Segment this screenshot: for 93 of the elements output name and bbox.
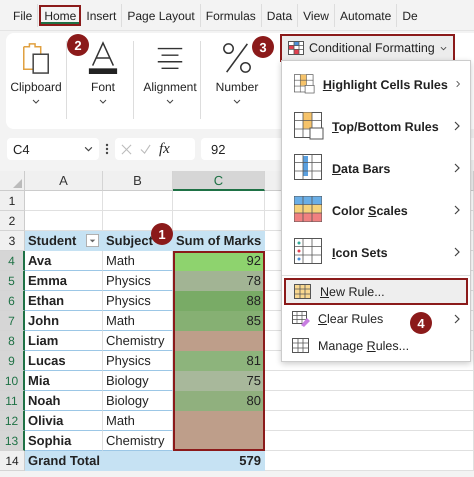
row-header[interactable]: 7 <box>0 311 25 331</box>
ribbon-group-button[interactable]: Font <box>90 80 115 94</box>
caret-icon <box>99 99 107 104</box>
ribbon-tab[interactable]: Data <box>262 4 298 26</box>
table-cell: Physics <box>106 293 151 308</box>
menu-item[interactable]: Data Bars <box>332 162 390 176</box>
table-cell: Emma <box>28 273 68 288</box>
conditional-formatting-button[interactable]: Conditional Formatting <box>280 34 455 62</box>
row-header[interactable]: 3 <box>0 231 25 251</box>
ribbon-group-button[interactable]: Clipboard <box>10 80 62 94</box>
filter-dropdown-icon[interactable] <box>86 234 99 247</box>
table-cell: Math <box>106 253 135 268</box>
table-icon <box>294 196 324 224</box>
table-cell: Liam <box>28 333 58 348</box>
row-header[interactable]: 11 <box>0 391 25 411</box>
ribbon-tab[interactable]: Page Layout <box>122 4 201 26</box>
ribbon-tab[interactable]: View <box>298 4 335 26</box>
ribbon-group-button[interactable]: Number <box>216 80 258 94</box>
table-cell: Noah <box>28 393 60 408</box>
table-cell: Biology <box>106 373 149 388</box>
ribbon-tab[interactable]: De <box>397 4 423 26</box>
menu-item[interactable]: Manage Rules... <box>318 338 410 352</box>
table-icon <box>294 238 324 266</box>
table-cell: 579 <box>239 453 261 468</box>
color-scale-cell: 80 <box>173 391 265 411</box>
table-cell: Math <box>106 313 135 328</box>
color-scale-cell: 78 <box>173 271 265 291</box>
row-header[interactable]: 13 <box>0 431 25 451</box>
table-icon <box>292 338 310 354</box>
table-icon <box>288 41 304 55</box>
table-icon <box>294 154 324 182</box>
menu-item[interactable]: Icon Sets <box>332 246 388 260</box>
color-scale-cell: 88 <box>173 291 265 311</box>
table-icon <box>294 112 324 140</box>
table-cell: John <box>28 313 60 328</box>
caret-icon <box>440 46 447 50</box>
column-header[interactable]: B <box>103 171 173 191</box>
table-cell: Mia <box>28 373 50 388</box>
name-box[interactable]: C4 <box>7 138 99 160</box>
ribbon-tab[interactable]: Insert <box>81 4 122 26</box>
color-scale-cell: 85 <box>173 311 265 331</box>
table-cell: Physics <box>106 353 151 368</box>
table-cell: Ethan <box>28 293 64 308</box>
font-color-icon[interactable] <box>87 41 119 75</box>
insert-function-button[interactable]: fx <box>159 140 170 158</box>
row-header[interactable]: 8 <box>0 331 25 351</box>
caret-icon[interactable] <box>84 146 93 152</box>
table-cell: Chemistry <box>106 333 165 348</box>
row-header[interactable]: 14 <box>0 451 25 471</box>
table-cell: Math <box>106 413 135 428</box>
table-cell: Subject <box>106 233 153 248</box>
menu-item[interactable]: Clear Rules <box>318 312 384 326</box>
column-header[interactable]: A <box>25 171 103 191</box>
menu-item[interactable]: Top/Bottom Rules <box>332 120 439 134</box>
color-scale-cell: 81 <box>173 351 265 371</box>
table-cell: Chemistry <box>106 433 165 448</box>
ribbon-tab[interactable]: Home <box>39 4 82 26</box>
row-header[interactable]: 4 <box>0 251 25 271</box>
menu-item[interactable]: New Rule... <box>320 284 385 298</box>
eraser-icon <box>292 310 310 326</box>
table-cell: Lucas <box>28 353 66 368</box>
check-icon[interactable] <box>140 144 151 154</box>
clipboard-icon[interactable] <box>20 41 52 75</box>
column-header[interactable]: C <box>173 171 265 191</box>
table-cell: Biology <box>106 393 149 408</box>
caret-icon <box>166 99 174 104</box>
caret-icon <box>233 99 241 104</box>
row-header[interactable]: 6 <box>0 291 25 311</box>
menu-item[interactable]: Color Scales <box>332 204 408 218</box>
caret-icon <box>32 99 40 104</box>
row-header[interactable]: 12 <box>0 411 25 431</box>
ribbon-tab[interactable]: Automate <box>334 4 398 26</box>
ribbon-group-button[interactable]: Alignment <box>143 80 197 94</box>
row-header[interactable]: 5 <box>0 271 25 291</box>
empty-cell <box>103 191 173 211</box>
menu-item[interactable]: Highlight Cells Rules <box>322 78 448 92</box>
table-cell: Grand Total <box>28 453 100 468</box>
table-icon <box>294 284 312 300</box>
table-cell: Ava <box>28 253 52 268</box>
row-header[interactable]: 9 <box>0 351 25 371</box>
more-icon <box>105 142 109 156</box>
table-cell: Sum of Marks <box>176 233 262 248</box>
table-cell: Olivia <box>28 413 64 428</box>
table-cell: Sophia <box>28 433 72 448</box>
ribbon-tab[interactable]: Formulas <box>200 4 262 26</box>
ribbon-tab[interactable]: File <box>8 4 38 26</box>
table-cell: Student <box>28 233 76 248</box>
color-scale-cell: 75 <box>173 371 265 391</box>
table-cell: Physics <box>106 273 151 288</box>
row-header[interactable]: 1 <box>0 191 25 211</box>
percent-icon[interactable] <box>221 41 253 75</box>
row-header[interactable]: 10 <box>0 371 25 391</box>
row-header[interactable]: 2 <box>0 211 25 231</box>
